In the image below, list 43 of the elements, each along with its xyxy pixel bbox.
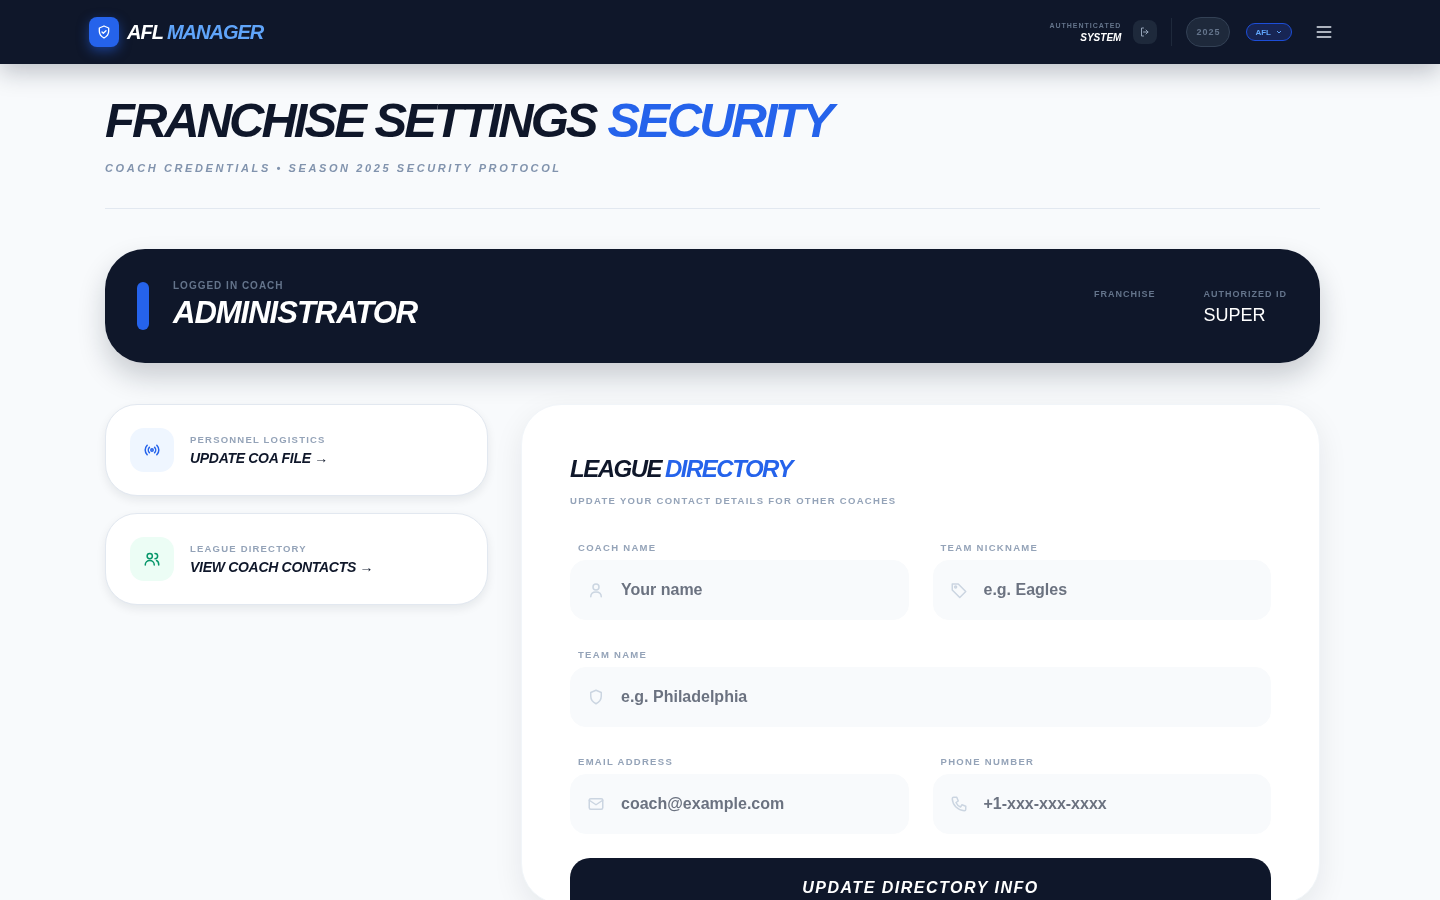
field-input[interactable]: e.g. Philadelphia xyxy=(619,686,1254,707)
text-field[interactable]: Your name xyxy=(570,559,909,620)
field-input[interactable]: e.g. Eagles xyxy=(981,579,1254,600)
quick-link-card[interactable]: PERSONNEL LOGISTICS UPDATE COA FILE → xyxy=(105,403,488,496)
link-category: PERSONNEL LOGISTICS xyxy=(190,433,327,445)
chevron-down-icon xyxy=(1275,28,1283,36)
quick-link-card[interactable]: LEAGUE DIRECTORY VIEW COACH CONTACTS → xyxy=(105,512,488,605)
stat-label: AUTHORIZED ID xyxy=(1203,288,1287,299)
stat-value: SUPER xyxy=(1203,304,1267,326)
link-action: VIEW COACH CONTACTS → xyxy=(190,558,374,575)
link-action: UPDATE COA FILE → xyxy=(190,449,328,466)
form-title: LEAGUE xyxy=(570,454,661,483)
link-category: LEAGUE DIRECTORY xyxy=(190,542,308,554)
text-field[interactable]: +1-xxx-xxx-xxxx xyxy=(932,773,1271,834)
field-label: TEAM NAME xyxy=(577,648,649,660)
text-field[interactable]: e.g. Philadelphia xyxy=(570,666,1271,727)
field-input[interactable]: coach@example.com xyxy=(619,793,892,814)
text-field[interactable]: coach@example.com xyxy=(570,773,909,834)
banner-label: LOGGED IN COACH xyxy=(173,280,285,292)
product-name: MANAGER xyxy=(166,20,264,44)
accent-bar xyxy=(137,281,149,330)
field-input[interactable]: Your name xyxy=(619,579,892,600)
user-icon xyxy=(587,580,605,599)
stat-label: FRANCHISE xyxy=(1094,288,1156,299)
page-title: FRANCHISE SETTINGS xyxy=(105,94,596,148)
page-subtitle: COACH CREDENTIALS • SEASON 2025 SECURITY PROTOCOL xyxy=(105,161,563,174)
logout-button[interactable] xyxy=(1133,20,1158,44)
shield-check-icon xyxy=(96,24,112,40)
field-label: PHONE NUMBER xyxy=(939,755,1036,767)
phone-icon xyxy=(949,794,968,813)
text-field[interactable]: e.g. Eagles xyxy=(932,559,1271,620)
tag-icon xyxy=(949,580,968,599)
submit-button[interactable]: UPDATE DIRECTORY INFO xyxy=(570,857,1271,900)
field-input[interactable]: +1-xxx-xxx-xxxx xyxy=(981,793,1254,814)
league-dropdown[interactable]: AFL xyxy=(1246,23,1292,41)
field-label: EMAIL ADDRESS xyxy=(577,755,675,767)
field-label: TEAM NICKNAME xyxy=(939,541,1040,553)
auth-value: SYSTEM xyxy=(1080,31,1122,43)
form-subtitle: UPDATE YOUR CONTACT DETAILS FOR OTHER COACHES xyxy=(570,494,898,506)
coach-name: ADMINISTRATOR xyxy=(173,295,419,332)
field-label: COACH NAME xyxy=(577,541,658,553)
shield-icon xyxy=(587,687,605,706)
brand-name: AFL xyxy=(127,20,163,44)
